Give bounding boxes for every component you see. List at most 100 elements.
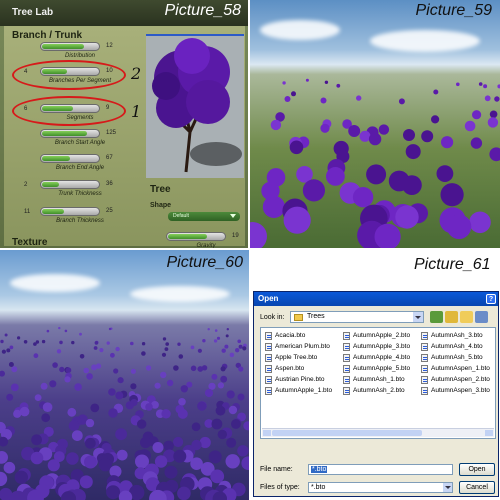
tree-canopy bbox=[224, 344, 229, 349]
up-folder-icon[interactable] bbox=[445, 311, 458, 323]
tree-canopy bbox=[237, 393, 245, 401]
tree-canopy bbox=[472, 110, 482, 120]
tree-canopy bbox=[165, 342, 169, 346]
tree-canopy bbox=[116, 449, 128, 461]
slider-row[interactable]: 125 Branch Start Angle bbox=[4, 129, 144, 153]
tree-canopy bbox=[494, 96, 500, 102]
tree-canopy bbox=[237, 339, 241, 344]
tree-canopy bbox=[243, 421, 249, 431]
gravity-slider-track[interactable] bbox=[166, 232, 226, 241]
file-icon bbox=[265, 354, 272, 362]
tree-canopy bbox=[213, 339, 218, 343]
look-in-dropdown[interactable]: Trees bbox=[290, 311, 424, 323]
file-icon bbox=[343, 354, 350, 362]
tree-canopy bbox=[484, 95, 491, 102]
view-menu-icon[interactable] bbox=[475, 311, 488, 323]
tree-canopy bbox=[231, 419, 241, 429]
tree-canopy bbox=[229, 352, 235, 358]
tree-canopy bbox=[487, 117, 499, 128]
tree-canopy bbox=[235, 348, 240, 353]
tree-canopy bbox=[478, 82, 483, 86]
tree-canopy bbox=[302, 179, 325, 202]
open-button[interactable]: Open bbox=[459, 463, 495, 476]
tree-canopy bbox=[324, 80, 329, 85]
tree-canopy bbox=[141, 351, 146, 356]
tree-canopy bbox=[66, 452, 79, 465]
file-item-name: AutumnApple_1.bto bbox=[275, 387, 333, 394]
tree-canopy bbox=[456, 82, 460, 87]
annotation-ellipse-2 bbox=[12, 60, 126, 90]
slider-caption: Branch End Angle bbox=[55, 165, 105, 171]
slider-caption: Distribution bbox=[64, 53, 95, 59]
slider-row[interactable]: 67 Branch End Angle bbox=[4, 154, 144, 178]
tree-canopy bbox=[237, 445, 249, 457]
cancel-button[interactable]: Cancel bbox=[459, 481, 495, 494]
picture-60-panel: Picture_60 bbox=[0, 250, 249, 500]
tree-canopy bbox=[160, 371, 167, 379]
help-icon[interactable]: ? bbox=[486, 294, 496, 304]
tree-canopy bbox=[190, 345, 195, 350]
tree-canopy bbox=[130, 383, 137, 390]
tree-canopy bbox=[0, 339, 4, 344]
folder-icon bbox=[294, 314, 303, 321]
tree-canopy bbox=[110, 352, 115, 358]
tree-canopy bbox=[208, 382, 216, 390]
shape-label: Shape bbox=[150, 202, 172, 209]
tree-canopy bbox=[9, 345, 14, 350]
tree-canopy bbox=[305, 78, 309, 82]
tree-canopy bbox=[52, 362, 58, 368]
chevron-down-icon[interactable] bbox=[413, 312, 423, 322]
picture-61-label: Picture_61 bbox=[414, 256, 491, 273]
file-list[interactable]: Acacia.bto American Plum.bto Apple Tree.bt… bbox=[260, 327, 496, 439]
slider-track[interactable] bbox=[40, 207, 100, 216]
new-folder-icon[interactable] bbox=[460, 311, 473, 323]
tree-canopy bbox=[141, 342, 146, 346]
tree-canopy bbox=[161, 352, 167, 357]
slider-track[interactable] bbox=[40, 180, 100, 189]
picture-59-panel: Picture_59 bbox=[250, 0, 500, 249]
scroll-left-icon[interactable] bbox=[263, 430, 271, 436]
tree-canopy bbox=[464, 120, 476, 132]
tree-canopy bbox=[225, 454, 240, 469]
slider-value: 36 bbox=[106, 181, 113, 187]
tree-canopy bbox=[108, 408, 118, 418]
tree-canopy bbox=[59, 366, 65, 373]
tree-canopy bbox=[228, 405, 238, 415]
tree-canopy bbox=[204, 388, 214, 398]
tree-canopy bbox=[162, 337, 167, 341]
tree-canopy bbox=[106, 341, 110, 345]
file-item-name: AutumnAspen_1.bto bbox=[431, 365, 490, 372]
tree-canopy bbox=[17, 336, 21, 340]
slider-track[interactable] bbox=[40, 154, 100, 163]
tree-canopy bbox=[190, 365, 197, 372]
scrollbar-thumb[interactable] bbox=[272, 430, 422, 436]
slider-row[interactable]: 11 25 Branch Thickness bbox=[4, 207, 144, 231]
tree-canopy bbox=[79, 332, 82, 336]
tree-canopy bbox=[130, 341, 134, 346]
tree-canopy bbox=[197, 401, 207, 411]
file-name-input[interactable]: *.bto bbox=[308, 464, 453, 475]
back-icon[interactable] bbox=[430, 311, 443, 323]
gravity-slider[interactable]: 19 Gravity bbox=[130, 232, 248, 248]
horizontal-scrollbar[interactable] bbox=[262, 428, 494, 437]
shape-dropdown[interactable]: Default bbox=[168, 212, 240, 221]
slider-track[interactable] bbox=[40, 129, 100, 138]
scroll-right-icon[interactable] bbox=[485, 430, 493, 436]
tree-canopy bbox=[115, 428, 127, 441]
tree-canopy bbox=[289, 140, 304, 155]
tree-canopy bbox=[489, 110, 498, 119]
tree-canopy bbox=[166, 379, 174, 387]
file-item-name: Austrian Pine.bto bbox=[275, 376, 325, 383]
tree-canopy bbox=[405, 144, 421, 160]
slider-track[interactable] bbox=[40, 42, 100, 51]
file-item-name: AutumnAsh_5.bto bbox=[431, 354, 483, 361]
chevron-down-icon[interactable] bbox=[443, 483, 452, 492]
tree-canopy bbox=[31, 434, 42, 446]
file-type-dropdown[interactable]: *.bto bbox=[308, 482, 453, 493]
slider-row[interactable]: 2 36 Trunk Thickness bbox=[4, 180, 144, 204]
chevron-down-icon bbox=[230, 214, 236, 218]
tree-canopy bbox=[284, 96, 291, 102]
picture-61-panel: Picture_61 Open ? Look in: Trees Acacia.… bbox=[250, 250, 500, 500]
tree-canopy bbox=[94, 341, 99, 345]
tree-canopy bbox=[130, 368, 136, 374]
